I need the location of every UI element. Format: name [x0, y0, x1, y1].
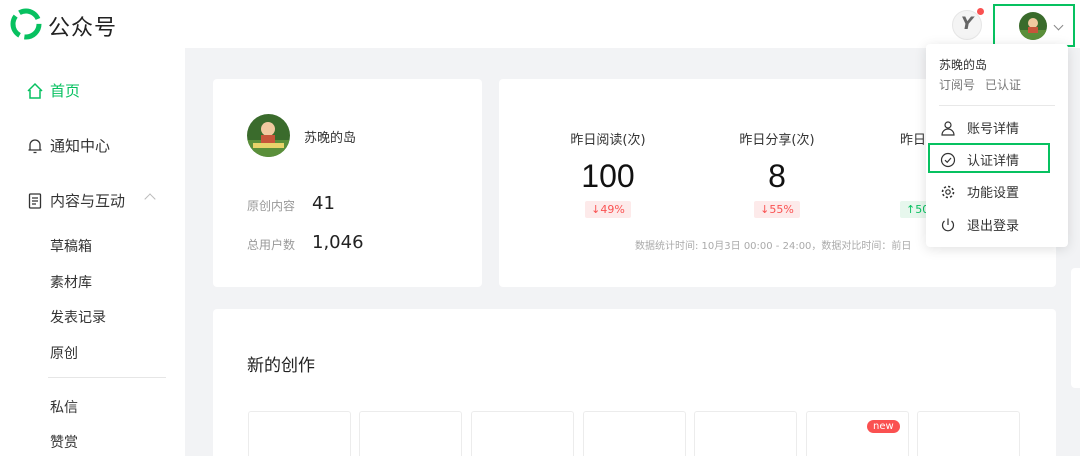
- creation-tile[interactable]: [694, 411, 797, 456]
- menu-item-label: 账号详情: [967, 122, 1020, 137]
- notification-dot: [977, 8, 984, 15]
- account-type: 订阅号: [939, 78, 976, 92]
- sidebar-subitem-original[interactable]: 原创: [50, 343, 78, 363]
- creation-tile[interactable]: [359, 411, 462, 456]
- bell-icon: [28, 138, 42, 153]
- sidebar-subitem-publish-history[interactable]: 发表记录: [50, 307, 106, 327]
- sidebar-item-label: 首页: [50, 82, 81, 100]
- creation-tile[interactable]: [917, 411, 1020, 456]
- metric-value: 8: [768, 158, 786, 194]
- sidebar-divider: [48, 377, 166, 378]
- dropdown-account-info: 订阅号 已认证: [939, 76, 1031, 93]
- top-bar: 公众号 Y: [0, 0, 1080, 48]
- metric-shares[interactable]: 昨日分享(次) 8 ↓55%: [717, 129, 837, 218]
- creation-tile[interactable]: [248, 411, 351, 456]
- menu-item-logout[interactable]: 退出登录: [940, 215, 1019, 234]
- gear-icon: [941, 185, 955, 198]
- wechat-official-logo-icon[interactable]: [10, 8, 42, 40]
- metric-change-badge: ↓49%: [585, 201, 631, 218]
- sidebar-item-label: 通知中心: [50, 137, 111, 155]
- menu-item-label: 认证详情: [967, 154, 1020, 169]
- check-circle-icon: [940, 152, 956, 167]
- metric-label: 昨日阅读(次): [570, 133, 646, 148]
- dropdown-divider: [939, 105, 1055, 106]
- account-name: 苏晚的岛: [304, 131, 357, 146]
- y-logo-icon: Y: [961, 14, 974, 34]
- sidebar-item-label: 内容与互动: [50, 192, 126, 210]
- sidebar: 首页 通知中心 内容与互动 草稿箱 素材库 发表记录 原创 私信 赞赏: [0, 48, 185, 456]
- menu-item-label: 退出登录: [967, 219, 1020, 234]
- document-icon: [28, 192, 42, 209]
- creation-tile[interactable]: [583, 411, 686, 456]
- home-icon: [27, 82, 43, 99]
- menu-item-settings[interactable]: 功能设置: [940, 182, 1019, 201]
- app-switch-button[interactable]: Y: [952, 10, 982, 40]
- original-content-value[interactable]: 41: [312, 193, 335, 214]
- total-users-value[interactable]: 1,046: [312, 232, 364, 253]
- account-avatar[interactable]: [247, 114, 290, 157]
- creation-tile[interactable]: [471, 411, 574, 456]
- sidebar-subitem-drafts[interactable]: 草稿箱: [50, 236, 92, 256]
- sidebar-item-home[interactable]: 首页: [26, 80, 80, 101]
- metric-reads[interactable]: 昨日阅读(次) 100 ↓49%: [548, 129, 668, 218]
- sidebar-subitem-materials[interactable]: 素材库: [50, 272, 92, 292]
- new-creation-title: 新的创作: [247, 356, 315, 376]
- original-content-label: 原创内容: [247, 199, 296, 213]
- chevron-up-icon[interactable]: [144, 193, 156, 205]
- verified-status: 已认证: [985, 78, 1022, 92]
- sidebar-subitem-messages[interactable]: 私信: [50, 397, 78, 417]
- brand-title[interactable]: 公众号: [48, 10, 117, 42]
- metric-label: 昨日分享(次): [739, 133, 815, 148]
- total-users-label: 总用户数: [247, 238, 296, 252]
- dropdown-account-name: 苏晚的岛: [939, 58, 988, 72]
- sidebar-item-content[interactable]: 内容与互动: [26, 190, 125, 211]
- new-creation-card: 新的创作 new: [213, 309, 1056, 456]
- metric-value: 100: [581, 158, 635, 194]
- account-dropdown: 苏晚的岛 订阅号 已认证 账号详情 认证详情 功能设置 退出登录: [926, 44, 1068, 247]
- user-icon: [941, 120, 955, 136]
- avatar: [1019, 12, 1047, 40]
- account-menu-button[interactable]: [993, 4, 1075, 47]
- sidebar-item-notifications[interactable]: 通知中心: [26, 135, 110, 156]
- creation-tile[interactable]: [806, 411, 909, 456]
- chevron-down-icon: [1053, 20, 1064, 31]
- account-card: 苏晚的岛 原创内容 41 总用户数 1,046: [213, 79, 482, 287]
- side-panel-edge[interactable]: [1071, 268, 1080, 388]
- metric-change-badge: ↓55%: [754, 201, 800, 218]
- menu-item-account-details[interactable]: 账号详情: [940, 118, 1019, 137]
- menu-item-label: 功能设置: [967, 186, 1020, 201]
- power-icon: [941, 218, 955, 231]
- sidebar-subitem-rewards[interactable]: 赞赏: [50, 432, 78, 452]
- menu-item-verification-details[interactable]: 认证详情: [940, 150, 1019, 169]
- metrics-time-note: 数据统计时间: 10月3日 00:00 - 24:00，数据对比时间：前日: [635, 241, 912, 252]
- new-badge: new: [867, 420, 900, 433]
